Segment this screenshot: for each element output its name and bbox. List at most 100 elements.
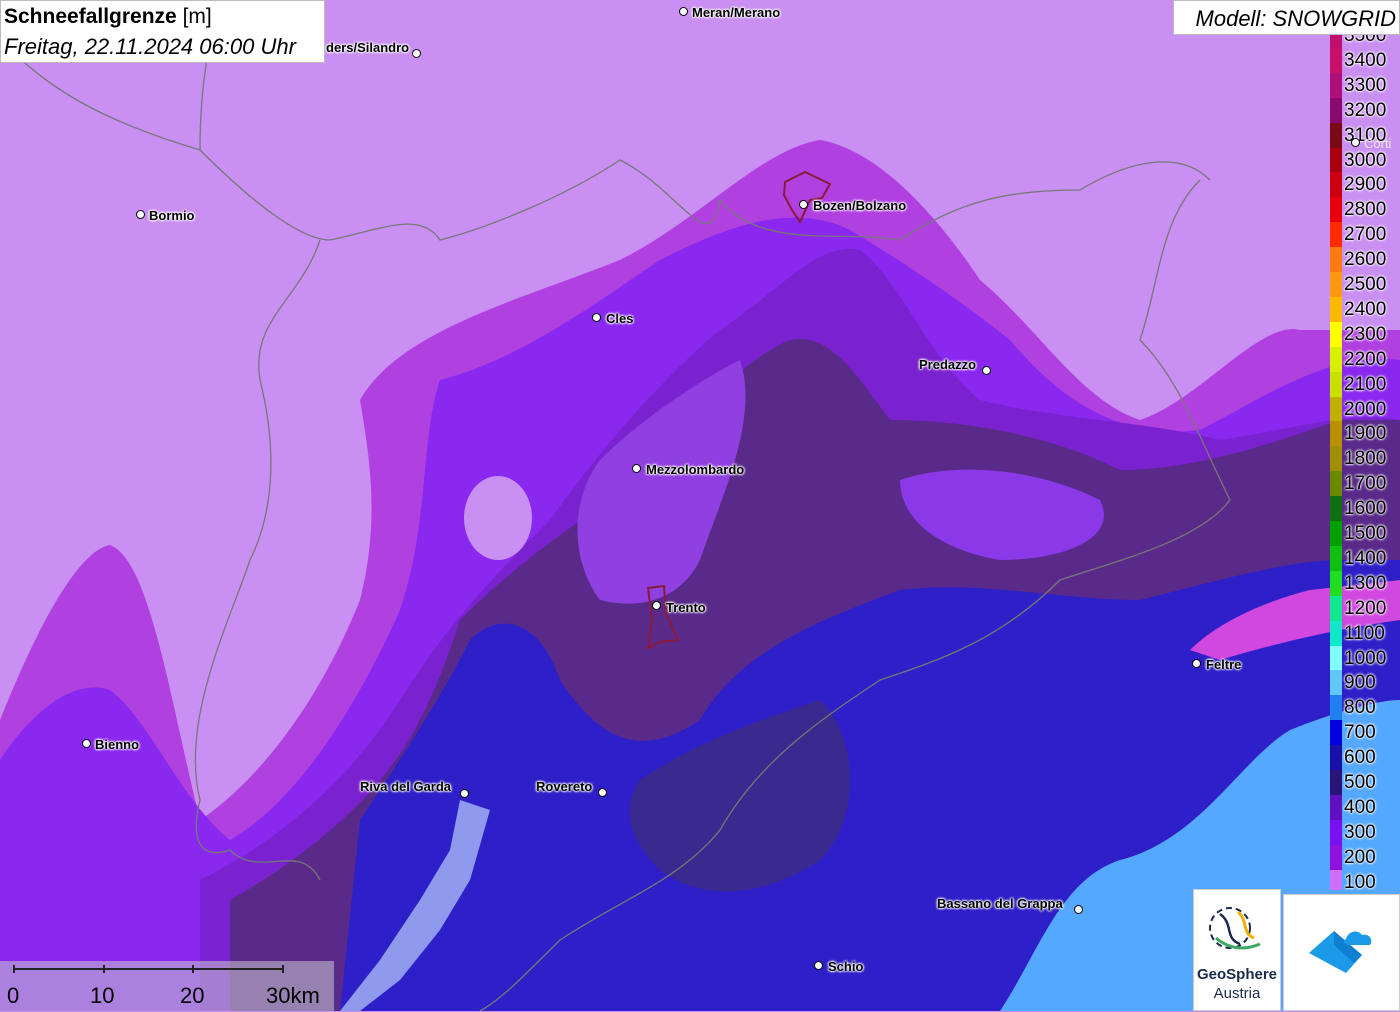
city-marker	[82, 739, 91, 748]
legend-entry: 1900	[1328, 421, 1400, 447]
legend-label: 2300	[1344, 323, 1387, 345]
legend-label: 1000	[1344, 647, 1387, 669]
geosphere-logo[interactable]: GeoSphere Austria	[1193, 889, 1281, 1011]
city-label: Bassano del Grappa	[937, 896, 1063, 911]
legend-entry: 1700	[1328, 471, 1400, 497]
legend-entry: 3200	[1328, 97, 1400, 123]
mountain-cloud-icon	[1309, 931, 1372, 973]
city-label: Feltre	[1206, 657, 1242, 672]
legend-swatch	[1330, 72, 1342, 98]
legend-label: 2400	[1344, 298, 1387, 320]
legend-label: 2700	[1344, 224, 1387, 246]
legend-entry: 1300	[1328, 570, 1400, 596]
title-main: Schneefallgrenze	[4, 5, 177, 28]
map-title: Schneefallgrenze [m]	[4, 5, 212, 29]
legend-swatch	[1330, 147, 1342, 173]
legend-swatch	[1330, 296, 1342, 322]
legend-entry: 300	[1328, 819, 1400, 845]
legend-swatch	[1330, 745, 1342, 771]
legend-entry: 900	[1328, 670, 1400, 696]
legend-swatch	[1330, 770, 1342, 795]
city-marker	[982, 366, 991, 375]
city-marker	[1074, 905, 1083, 914]
geosphere-name: GeoSphere	[1196, 966, 1278, 983]
legend-entry: 3500	[1328, 35, 1400, 48]
city-marker	[799, 200, 808, 209]
city-label: Predazzo	[919, 357, 977, 372]
city-marker	[412, 49, 421, 58]
legend-swatch	[1330, 844, 1342, 870]
legend-swatch	[1330, 595, 1342, 621]
city-marker	[632, 464, 641, 473]
legend-swatch	[1330, 471, 1342, 497]
legend-label: 1700	[1344, 473, 1387, 495]
legend-label: 3400	[1344, 49, 1387, 71]
legend-swatch	[1330, 396, 1342, 422]
title-box: Schneefallgrenze [m] Freitag, 22.11.2024…	[0, 0, 325, 63]
city-label: Bienno	[95, 737, 140, 752]
legend-label: 2000	[1344, 398, 1387, 420]
legend-entry: 500	[1328, 770, 1400, 795]
legend-swatch	[1330, 570, 1342, 596]
legend-label: 1300	[1344, 572, 1387, 594]
city-label: Bozen/Bolzano	[813, 198, 907, 213]
model-label: Modell: SNOWGRID	[1195, 6, 1396, 31]
legend-entry: 100	[1328, 869, 1400, 890]
scale-label-0: 0	[7, 983, 20, 1008]
legend-label: 2900	[1344, 174, 1387, 196]
legend-swatch	[1330, 197, 1342, 223]
legend-entry: 1000	[1328, 645, 1400, 671]
scale-label-30km: 30km	[266, 983, 320, 1008]
legend-label: 300	[1344, 821, 1376, 843]
city-label: Corti	[1364, 136, 1392, 151]
city-marker	[598, 788, 607, 797]
geosphere-mark-icon	[1209, 907, 1261, 950]
legend-entry: 2900	[1328, 172, 1400, 198]
legend-swatch	[1330, 122, 1342, 148]
legend-swatch	[1330, 869, 1342, 890]
city-marker	[460, 789, 469, 798]
city-marker	[814, 961, 823, 970]
legend-swatch	[1330, 35, 1342, 48]
legend-label: 3200	[1344, 99, 1387, 121]
legend-label: 900	[1344, 672, 1376, 694]
city-marker	[136, 210, 145, 219]
legend-swatch	[1330, 222, 1342, 248]
legend-entry: 1600	[1328, 496, 1400, 522]
snowline-patch	[464, 476, 532, 560]
legend-entry: 2700	[1328, 222, 1400, 248]
legend-entry: 700	[1328, 720, 1400, 746]
legend-swatch	[1330, 97, 1342, 123]
city-label: Meran/Merano	[692, 5, 781, 20]
city-marker	[652, 601, 661, 610]
legend-label: 2500	[1344, 274, 1387, 295]
city-marker	[1192, 659, 1201, 668]
color-legend: 3500 3400 3300 3200 3100 3000 2900 2800 2700 2600…	[1328, 35, 1400, 890]
scale-label-10: 10	[90, 983, 115, 1008]
legend-entry: 1400	[1328, 545, 1400, 571]
snowfall-map[interactable]	[0, 0, 1400, 1011]
legend-entry: 3400	[1328, 47, 1400, 73]
legend-swatch	[1330, 819, 1342, 845]
legend-label: 1400	[1344, 547, 1387, 569]
weather-app-logo[interactable]	[1283, 894, 1400, 1011]
legend-label: 200	[1344, 846, 1376, 868]
legend-entry: 200	[1328, 844, 1400, 870]
city-label: ders/Silandro	[326, 40, 410, 55]
legend-label: 2100	[1344, 373, 1387, 395]
legend-entry: 2000	[1328, 396, 1400, 422]
legend-label: 800	[1344, 697, 1376, 719]
legend-swatch	[1330, 172, 1342, 198]
legend-label: 500	[1344, 772, 1376, 793]
legend-entry: 1100	[1328, 620, 1400, 646]
legend-label: 1800	[1344, 448, 1387, 470]
legend-label: 1100	[1344, 622, 1385, 644]
legend-label: 3500	[1344, 35, 1387, 46]
legend-swatch	[1330, 421, 1342, 447]
legend-entry: 1500	[1328, 521, 1400, 546]
legend-label: 100	[1344, 871, 1376, 890]
legend-entry: 3000	[1328, 147, 1400, 173]
city-label: Bormio	[149, 208, 195, 223]
legend-label: 1600	[1344, 498, 1387, 520]
city-marker	[592, 313, 601, 322]
